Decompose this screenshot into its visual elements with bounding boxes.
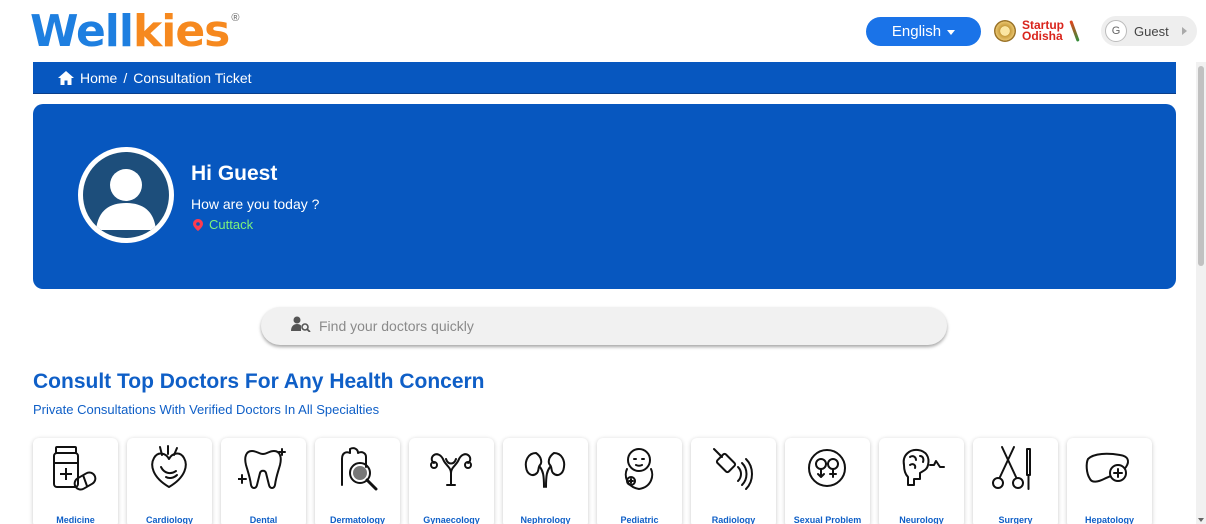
- scroll-down-arrow-icon[interactable]: [1198, 518, 1204, 522]
- specialty-label: Radiology: [711, 515, 756, 524]
- greeting-card: Hi Guest How are you today ? Cuttack: [33, 104, 1176, 289]
- specialty-label: Sexual Problem: [793, 515, 862, 524]
- specialty-card-dermatology[interactable]: Dermatology: [315, 438, 400, 524]
- specialty-label: Cardiology: [145, 515, 193, 524]
- kidney-icon: [520, 445, 570, 491]
- specialty-card-gynaecology[interactable]: Gynaecology: [409, 438, 494, 524]
- language-dropdown[interactable]: English: [866, 17, 981, 46]
- specialty-label: Dermatology: [329, 515, 385, 524]
- location-pin-icon: [193, 218, 203, 231]
- user-name-label: Guest: [1134, 23, 1169, 39]
- rocket-mark-icon: [1070, 18, 1080, 44]
- top-header: Well kies ® English Startup Odisha G Gue…: [0, 0, 1206, 62]
- liver-icon: [1084, 445, 1134, 491]
- specialty-card-nephrology[interactable]: Nephrology: [503, 438, 588, 524]
- location-name: Cuttack: [209, 217, 254, 232]
- location-display[interactable]: Cuttack: [193, 217, 253, 232]
- specialty-card-cardiology[interactable]: Cardiology: [127, 438, 212, 524]
- specialty-label: Gynaecology: [423, 515, 480, 524]
- specialty-card-pediatric[interactable]: Pediatric: [597, 438, 682, 524]
- profile-avatar: [78, 147, 174, 243]
- specialty-card-surgery[interactable]: Surgery: [973, 438, 1058, 524]
- skin-magnifier-icon: [332, 445, 382, 491]
- specialty-card-medicine[interactable]: Medicine: [33, 438, 118, 524]
- baby-icon: [614, 445, 664, 491]
- section-title: Consult Top Doctors For Any Health Conce…: [33, 370, 485, 393]
- startup-line2: Odisha: [1022, 29, 1063, 43]
- greeting-subtitle: How are you today ?: [191, 196, 320, 212]
- user-menu-button[interactable]: G Guest: [1101, 16, 1197, 46]
- specialty-label: Medicine: [56, 515, 95, 524]
- scissors-icon: [990, 445, 1040, 491]
- logo-text-kies: kies: [132, 6, 230, 57]
- breadcrumb-current: Consultation Ticket: [133, 70, 252, 86]
- registered-mark: ®: [231, 12, 240, 24]
- specialty-label: Hepatology: [1084, 515, 1134, 524]
- specialty-card-radiology[interactable]: Radiology: [691, 438, 776, 524]
- specialty-label: Nephrology: [520, 515, 571, 524]
- startup-odisha-text: Startup Odisha: [1022, 19, 1064, 43]
- caret-down-icon: [947, 30, 956, 35]
- specialty-label: Surgery: [998, 515, 1033, 524]
- specialty-card-dental[interactable]: Dental: [221, 438, 306, 524]
- odisha-seal-icon: [994, 20, 1016, 42]
- medicine-icon: [50, 445, 100, 491]
- uterus-icon: [426, 445, 476, 491]
- doctor-search-input[interactable]: [319, 318, 879, 334]
- brain-icon: [896, 445, 946, 491]
- scanner-icon: [708, 445, 758, 491]
- breadcrumb-separator: /: [123, 70, 128, 86]
- breadcrumb: Home / Consultation Ticket: [33, 62, 1176, 94]
- greeting-title: Hi Guest: [191, 162, 278, 185]
- gender-icon: [802, 445, 852, 491]
- caret-right-icon: [1181, 27, 1187, 35]
- logo-text-well: Well: [30, 6, 134, 57]
- specialty-list: Medicine Cardiology Dental Dermatology G…: [33, 438, 1163, 524]
- doctor-search-icon: [291, 316, 311, 337]
- home-icon[interactable]: [58, 71, 74, 85]
- wellkies-logo[interactable]: Well kies ®: [30, 4, 239, 60]
- specialty-label: Dental: [249, 515, 278, 524]
- user-silhouette-icon: [83, 152, 169, 238]
- specialty-card-hepatology[interactable]: Hepatology: [1067, 438, 1152, 524]
- specialty-label: Pediatric: [620, 515, 659, 524]
- specialty-card-neurology[interactable]: Neurology: [879, 438, 964, 524]
- page-scrollbar[interactable]: [1196, 62, 1206, 524]
- language-label: English: [891, 23, 942, 40]
- specialty-label: Neurology: [899, 515, 944, 524]
- heart-icon: [144, 445, 194, 491]
- scrollbar-thumb[interactable]: [1198, 66, 1204, 266]
- doctor-search-bar[interactable]: [261, 307, 947, 345]
- specialty-card-sexual-problem[interactable]: Sexual Problem: [785, 438, 870, 524]
- user-avatar: G: [1105, 20, 1127, 42]
- section-subtitle: Private Consultations With Verified Doct…: [33, 402, 380, 417]
- startup-odisha-logo[interactable]: Startup Odisha: [994, 14, 1092, 48]
- tooth-icon: [237, 445, 288, 491]
- breadcrumb-home-link[interactable]: Home: [80, 70, 117, 86]
